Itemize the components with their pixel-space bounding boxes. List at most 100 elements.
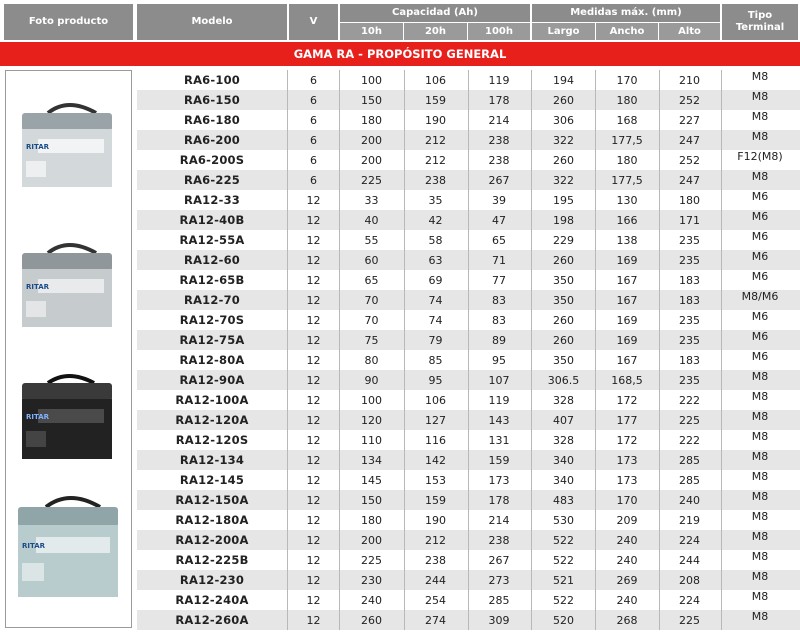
largo-cell: 522 (553, 533, 574, 547)
voltage-cell: 12 (306, 213, 321, 227)
alto-cell: 208 (679, 573, 700, 587)
voltage-cell: 12 (306, 433, 321, 447)
capacity-10h-cell: 200 (361, 133, 382, 147)
capacity-20h-cell: 244 (425, 573, 446, 587)
alto-cell: 222 (679, 433, 700, 447)
alto-cell: 227 (679, 113, 700, 127)
capacity-20h-cell: 212 (425, 533, 446, 547)
capacity-20h-cell: 238 (425, 553, 446, 567)
alto-cell: 183 (679, 273, 700, 287)
column-divider (468, 70, 469, 630)
column-divider (339, 70, 340, 630)
model-cell: RA6-225 (184, 173, 240, 187)
largo-cell: 306.5 (547, 373, 580, 387)
alto-cell: 225 (679, 413, 700, 427)
ancho-cell: 172 (616, 393, 638, 407)
ancho-cell: 166 (616, 213, 638, 227)
ancho-cell: 170 (616, 493, 638, 507)
capacity-10h-cell: 225 (361, 173, 382, 187)
battery-black-image: RITAR (18, 371, 118, 463)
battery-logo-text: RITAR (26, 143, 50, 151)
header-alto: Alto (659, 23, 720, 40)
voltage-cell: 12 (306, 473, 321, 487)
model-cell: RA12-75A (179, 333, 245, 347)
column-divider (659, 70, 660, 630)
capacity-100h-cell: 77 (492, 273, 506, 287)
model-cell: RA12-240A (175, 593, 249, 607)
voltage-cell: 12 (306, 413, 321, 427)
header-modelo: Modelo (137, 4, 287, 40)
capacity-20h-cell: 95 (428, 373, 443, 387)
capacity-10h-cell: 60 (364, 253, 379, 267)
capacity-100h-cell: 178 (488, 493, 510, 507)
terminal-cell: M8 (751, 450, 769, 463)
largo-cell: 260 (553, 333, 574, 347)
terminal-cell: M8 (751, 410, 769, 423)
capacity-100h-cell: 47 (492, 213, 506, 227)
capacity-10h-cell: 55 (364, 233, 379, 247)
model-cell: RA6-150 (184, 93, 240, 107)
model-cell: RA12-120A (175, 413, 249, 427)
alto-cell: 252 (679, 93, 700, 107)
voltage-cell: 12 (306, 193, 321, 207)
capacity-100h-cell: 83 (492, 293, 506, 307)
ancho-cell: 138 (616, 233, 638, 247)
capacity-100h-cell: 39 (492, 193, 506, 207)
capacity-20h-cell: 190 (425, 113, 446, 127)
alto-cell: 235 (679, 253, 700, 267)
capacity-10h-cell: 240 (361, 593, 382, 607)
voltage-cell: 6 (310, 173, 317, 187)
voltage-cell: 12 (306, 593, 321, 607)
capacity-20h-cell: 116 (425, 433, 446, 447)
capacity-20h-cell: 212 (425, 133, 446, 147)
alto-cell: 285 (679, 473, 700, 487)
capacity-100h-cell: 131 (488, 433, 510, 447)
battery-grey-image: RITAR (18, 239, 118, 331)
largo-cell: 194 (553, 73, 574, 87)
alto-cell: 247 (679, 173, 700, 187)
capacity-10h-cell: 200 (361, 153, 382, 167)
terminal-cell: M6 (751, 330, 769, 343)
ancho-cell: 170 (616, 73, 638, 87)
voltage-cell: 6 (310, 93, 317, 107)
ancho-cell: 173 (616, 473, 638, 487)
model-cell: RA12-180A (175, 513, 249, 527)
capacity-20h-cell: 190 (425, 513, 446, 527)
battery-light-grey-image: RITAR (18, 99, 118, 191)
ancho-cell: 173 (616, 453, 638, 467)
ancho-cell: 168,5 (611, 373, 643, 387)
capacity-100h-cell: 89 (492, 333, 506, 347)
capacity-100h-cell: 119 (488, 73, 510, 87)
header-v: V (289, 4, 338, 40)
terminal-cell: M8 (751, 590, 769, 603)
largo-cell: 340 (553, 453, 574, 467)
alto-cell: 222 (679, 393, 700, 407)
largo-cell: 260 (553, 253, 574, 267)
ancho-cell: 177,5 (611, 133, 643, 147)
largo-cell: 340 (553, 473, 574, 487)
section-title: GAMA RA - PROPÓSITO GENERAL (0, 42, 800, 66)
alto-cell: 235 (679, 313, 700, 327)
capacity-10h-cell: 75 (364, 333, 379, 347)
capacity-20h-cell: 35 (428, 193, 443, 207)
alto-cell: 247 (679, 133, 700, 147)
capacity-100h-cell: 143 (488, 413, 510, 427)
largo-cell: 198 (553, 213, 574, 227)
largo-cell: 260 (553, 313, 574, 327)
header-cap-100h: 100h (468, 23, 530, 40)
alto-cell: 285 (679, 453, 700, 467)
model-cell: RA6-200S (179, 153, 245, 167)
terminal-cell: F12(M8) (737, 150, 783, 163)
ancho-cell: 169 (616, 313, 638, 327)
alto-cell: 224 (679, 593, 700, 607)
alto-cell: 240 (679, 493, 700, 507)
capacity-10h-cell: 80 (364, 353, 379, 367)
largo-cell: 322 (553, 133, 574, 147)
battery-logo-text: RITAR (26, 283, 50, 291)
largo-cell: 483 (553, 493, 574, 507)
voltage-cell: 12 (306, 573, 321, 587)
terminal-cell: M8 (751, 530, 769, 543)
ancho-cell: 269 (616, 573, 638, 587)
voltage-cell: 12 (306, 493, 321, 507)
terminal-cell: M8 (751, 570, 769, 583)
